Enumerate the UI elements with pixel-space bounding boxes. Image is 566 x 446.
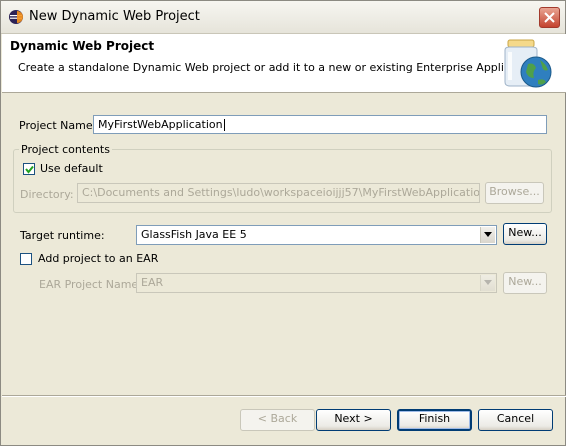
new-runtime-button[interactable]: New... <box>503 223 547 245</box>
dropdown-button[interactable] <box>480 227 495 243</box>
wizard-banner: Dynamic Web Project Create a standalone … <box>2 34 566 93</box>
use-default-label[interactable]: Use default <box>40 162 103 175</box>
banner-description: Create a standalone Dynamic Web project … <box>18 61 542 74</box>
chevron-down-icon <box>484 232 492 237</box>
finish-button[interactable]: Finish <box>397 409 472 431</box>
ear-project-name-label: EAR Project Name: <box>39 278 142 291</box>
project-name-input[interactable]: MyFirstWebApplication <box>93 115 547 134</box>
project-contents-legend: Project contents <box>19 143 112 156</box>
target-runtime-select[interactable]: GlassFish Java EE 5 <box>136 225 497 245</box>
back-button[interactable]: < Back <box>240 409 315 431</box>
ear-project-name-select[interactable]: EAR <box>136 273 497 293</box>
web-project-jar-globe-icon <box>504 39 552 88</box>
directory-label: Directory: <box>20 188 74 201</box>
add-to-ear-checkbox[interactable] <box>20 253 32 265</box>
dropdown-button[interactable] <box>480 275 495 291</box>
dialog-window: New Dynamic Web Project Dynamic Web Proj… <box>0 0 566 446</box>
button-bar-separator <box>2 395 566 397</box>
project-name-label: Project Name: <box>19 119 97 132</box>
target-runtime-value: GlassFish Java EE 5 <box>141 228 247 241</box>
text-caret <box>223 119 225 131</box>
new-ear-button[interactable]: New... <box>503 272 547 294</box>
checkmark-icon <box>25 165 34 174</box>
directory-input[interactable]: C:\Documents and Settings\ludo\workspace… <box>77 183 480 203</box>
eclipse-icon <box>8 9 24 25</box>
add-to-ear-label[interactable]: Add project to an EAR <box>38 252 158 265</box>
title-bar[interactable]: New Dynamic Web Project <box>1 1 565 34</box>
project-contents-group <box>13 149 552 213</box>
target-runtime-label: Target runtime: <box>20 229 105 242</box>
banner-title: Dynamic Web Project <box>10 39 155 53</box>
cancel-button[interactable]: Cancel <box>478 409 553 431</box>
browse-button[interactable]: Browse... <box>485 182 544 204</box>
chevron-down-icon <box>484 280 492 285</box>
ear-project-name-value: EAR <box>141 276 164 289</box>
next-button[interactable]: Next > <box>316 409 391 431</box>
close-button[interactable] <box>539 7 560 28</box>
window-title: New Dynamic Web Project <box>29 9 200 24</box>
use-default-checkbox[interactable] <box>23 163 35 175</box>
close-icon <box>544 12 555 23</box>
project-name-value: MyFirstWebApplication <box>98 118 223 131</box>
